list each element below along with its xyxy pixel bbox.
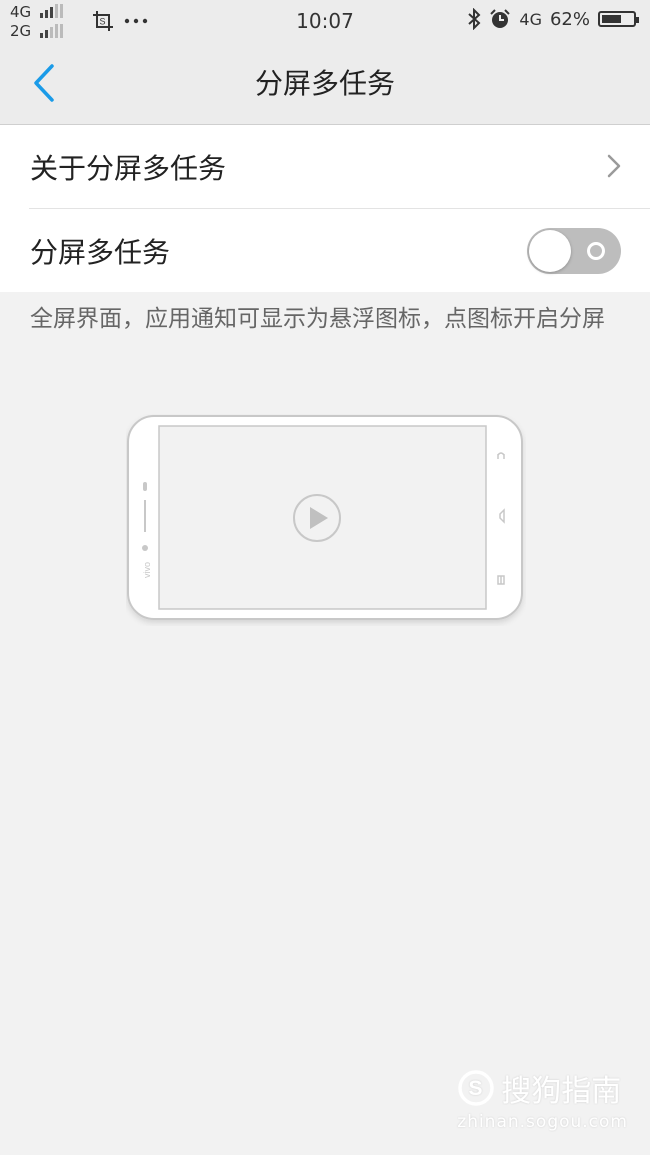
svg-text:S: S (469, 1077, 483, 1100)
split-screen-toggle-item: 分屏多任务 (29, 208, 650, 292)
alarm-icon (490, 9, 511, 28)
brand-logo: vivo (142, 562, 152, 578)
battery-percent: 62% (549, 8, 590, 30)
toggle-off-indicator (587, 242, 605, 260)
split-screen-toggle-label: 分屏多任务 (30, 236, 171, 269)
split-screen-toggle[interactable] (527, 228, 621, 274)
watermark-url: zhinan.sogou.com (457, 1112, 628, 1132)
status-bar: 4G 2G S 10:07 4G 62% (0, 0, 650, 42)
battery-icon (598, 11, 639, 27)
page-title: 分屏多任务 (254, 67, 395, 100)
about-split-screen-label: 关于分屏多任务 (30, 152, 227, 185)
toggle-knob (529, 230, 571, 272)
chevron-right-icon (607, 154, 621, 178)
sogou-logo-icon: S (458, 1070, 495, 1106)
about-split-screen-item[interactable]: 关于分屏多任务 (0, 125, 650, 208)
bluetooth-icon (468, 8, 481, 30)
split-screen-description: 全屏界面，应用通知可显示为悬浮图标，点图标开启分屏 (30, 306, 605, 332)
nav-bar: 分屏多任务 (0, 42, 650, 125)
settings-list: 关于分屏多任务 分屏多任务 (0, 125, 650, 292)
network-type-right: 4G (519, 9, 542, 29)
phone-landscape-play-icon: vivo (127, 415, 523, 620)
watermark: S 搜狗指南 zhinan.sogou.com (457, 1066, 628, 1132)
watermark-brand: 搜狗指南 (501, 1074, 622, 1109)
